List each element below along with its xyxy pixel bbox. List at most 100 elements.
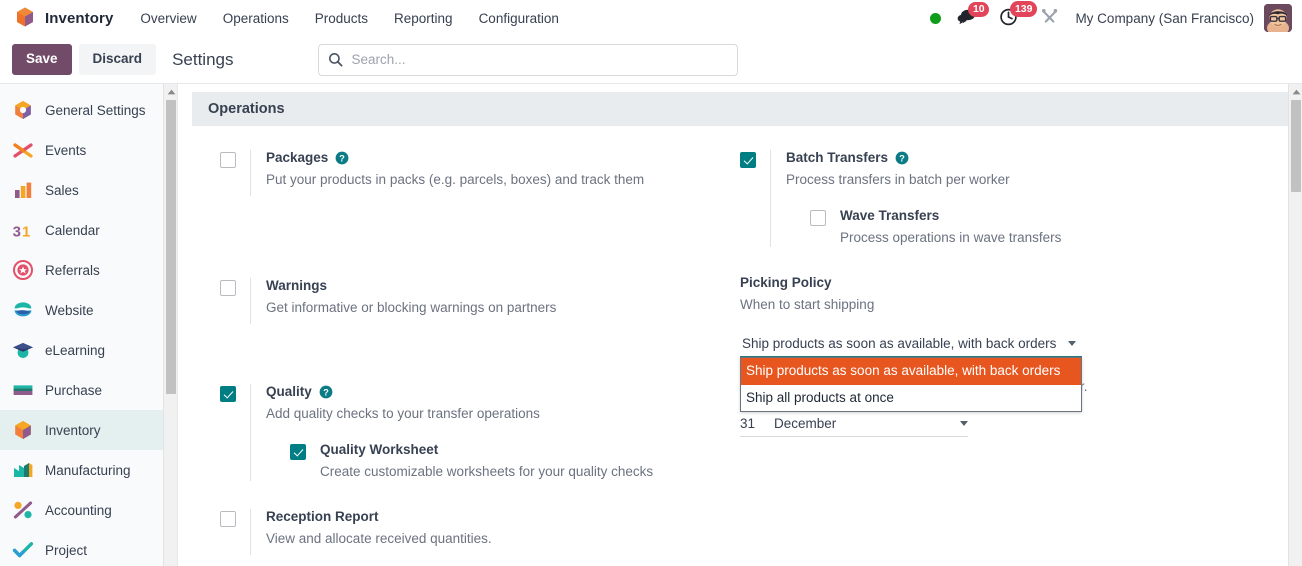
- svg-text:1: 1: [22, 223, 30, 240]
- sidebar-item-label: Inventory: [45, 422, 101, 438]
- settings-sidebar: General Settings Events Sales 3 1 Calend…: [0, 84, 178, 566]
- picking-policy-select[interactable]: Ship products as soon as available, with…: [740, 333, 1082, 413]
- developer-tools-button[interactable]: [1040, 7, 1059, 29]
- quality-worksheet-checkbox[interactable]: [290, 444, 306, 461]
- discard-button[interactable]: Discard: [78, 44, 157, 75]
- sidebar-item-sales[interactable]: Sales: [0, 170, 177, 210]
- events-icon: [12, 139, 34, 161]
- menu-item-reporting[interactable]: Reporting: [381, 4, 466, 33]
- sidebar-item-website[interactable]: Website: [0, 290, 177, 330]
- website-icon: [12, 299, 34, 321]
- save-button[interactable]: Save: [12, 44, 72, 75]
- sidebar-item-label: Accounting: [45, 502, 112, 518]
- purchase-icon: [12, 379, 34, 401]
- sidebar-item-elearning[interactable]: eLearning: [0, 330, 177, 370]
- messages-button[interactable]: 10: [957, 1, 990, 29]
- chevron-down-icon: [1068, 341, 1076, 347]
- wave-transfers-checkbox[interactable]: [810, 210, 826, 227]
- crossed-tools-icon: [1040, 7, 1059, 29]
- sidebar-item-label: Website: [45, 302, 94, 318]
- quality-label-row: Quality ?: [266, 384, 722, 401]
- sidebar-item-events[interactable]: Events: [0, 130, 177, 170]
- setting-wave-transfers: Wave Transfers Process operations in wav…: [810, 208, 1270, 246]
- sidebar-item-calendar[interactable]: 3 1 Calendar: [0, 210, 177, 250]
- menu-item-configuration[interactable]: Configuration: [466, 4, 572, 33]
- reception-report-label: Reception Report: [266, 508, 379, 524]
- content-scrollbar[interactable]: [1288, 84, 1302, 566]
- menu-item-overview[interactable]: Overview: [127, 4, 209, 33]
- picking-policy-select-trigger[interactable]: Ship products as soon as available, with…: [740, 333, 1082, 358]
- picking-policy-options-list[interactable]: Ship products as soon as available, with…: [740, 357, 1082, 413]
- annual-inventory-day[interactable]: 31: [740, 416, 774, 431]
- menu-item-products[interactable]: Products: [302, 4, 381, 33]
- help-circle-icon[interactable]: ?: [895, 151, 909, 165]
- search-icon: [328, 52, 343, 67]
- warnings-text: Warnings Get informative or blocking war…: [250, 278, 722, 324]
- scroll-up-arrow-icon[interactable]: [164, 86, 177, 98]
- help-circle-icon[interactable]: ?: [335, 151, 349, 165]
- section-title-operations: Operations: [192, 92, 1288, 126]
- sidebar-item-general-settings[interactable]: General Settings: [0, 90, 177, 130]
- company-switcher[interactable]: My Company (San Francisco): [1073, 11, 1264, 26]
- brand-label: Inventory: [45, 9, 114, 27]
- warnings-label: Warnings: [266, 278, 328, 293]
- svg-text:?: ?: [339, 153, 345, 164]
- packages-checkbox[interactable]: [220, 152, 236, 168]
- annual-inventory-date-field[interactable]: 31 December: [740, 416, 968, 438]
- sidebar-item-label: Calendar: [45, 222, 100, 238]
- packages-text: Packages ? Put your products in packs (e…: [250, 150, 722, 196]
- sidebar-scrollbar[interactable]: [163, 84, 177, 566]
- scroll-up-arrow-icon[interactable]: [1289, 86, 1302, 98]
- content-scrollbar-thumb[interactable]: [1291, 100, 1301, 192]
- settings-panel: Operations Packages ? Put your products …: [178, 84, 1288, 566]
- setting-packages: Packages ? Put your products in packs (e…: [220, 150, 722, 248]
- sidebar-scrollbar-thumb[interactable]: [166, 100, 176, 394]
- annual-inventory-month[interactable]: December: [774, 416, 960, 431]
- picking-policy-option-backorders[interactable]: Ship products as soon as available, with…: [741, 358, 1081, 385]
- search-box[interactable]: [317, 43, 738, 76]
- help-circle-icon[interactable]: ?: [319, 385, 333, 399]
- quality-label: Quality: [266, 384, 312, 399]
- sidebar-item-inventory[interactable]: Inventory: [0, 410, 177, 450]
- quality-checkbox[interactable]: [220, 386, 236, 402]
- referrals-icon: [12, 259, 34, 281]
- warnings-checkbox[interactable]: [220, 280, 236, 296]
- picking-policy-label: Picking Policy: [740, 274, 832, 290]
- sales-icon: [12, 179, 34, 201]
- general-settings-icon: [12, 99, 34, 121]
- accounting-icon: [12, 499, 34, 521]
- setting-warnings: Warnings Get informative or blocking war…: [220, 278, 722, 324]
- quality-description: Add quality checks to your transfer oper…: [266, 405, 540, 421]
- brand-home-link[interactable]: Inventory: [8, 6, 127, 31]
- sidebar-item-purchase[interactable]: Purchase: [0, 370, 177, 410]
- sidebar-item-label: eLearning: [45, 342, 106, 358]
- quality-worksheet-description: Create customizable worksheets for your …: [320, 464, 654, 480]
- elearning-icon: [12, 339, 34, 361]
- user-avatar[interactable]: [1264, 4, 1292, 32]
- app-body: General Settings Events Sales 3 1 Calend…: [0, 84, 1302, 566]
- svg-text:?: ?: [899, 153, 905, 164]
- batch-transfers-text: Batch Transfers ? Process transfers in b…: [770, 150, 1270, 247]
- batch-transfers-label: Batch Transfers: [786, 150, 889, 165]
- search-input[interactable]: [349, 51, 728, 68]
- messages-count-badge: 10: [968, 1, 990, 17]
- activities-button[interactable]: 139: [999, 1, 1037, 29]
- sidebar-item-label: Project: [45, 542, 88, 558]
- batch-transfers-checkbox[interactable]: [740, 152, 756, 168]
- picking-policy-option-all-at-once[interactable]: Ship all products at once: [741, 385, 1081, 412]
- packages-description: Put your products in packs (e.g. parcels…: [266, 171, 645, 187]
- setting-reception-report: Reception Report View and allocate recei…: [220, 508, 722, 555]
- settings-column-right: Batch Transfers ? Process transfers in b…: [740, 150, 1288, 566]
- top-navbar: Inventory Overview Operations Products R…: [0, 0, 1302, 36]
- control-panel: Save Discard Settings: [0, 36, 1302, 84]
- sidebar-item-project[interactable]: Project: [0, 530, 177, 566]
- wave-transfers-description: Process operations in wave transfers: [840, 230, 1062, 246]
- sidebar-item-manufacturing[interactable]: Manufacturing: [0, 450, 177, 490]
- wave-transfers-label: Wave Transfers: [840, 208, 940, 224]
- chevron-down-icon: [960, 421, 968, 427]
- reception-report-text: Reception Report View and allocate recei…: [250, 508, 722, 555]
- sidebar-item-referrals[interactable]: Referrals: [0, 250, 177, 290]
- menu-item-operations[interactable]: Operations: [210, 4, 302, 33]
- reception-report-checkbox[interactable]: [220, 510, 236, 527]
- sidebar-item-accounting[interactable]: Accounting: [0, 490, 177, 530]
